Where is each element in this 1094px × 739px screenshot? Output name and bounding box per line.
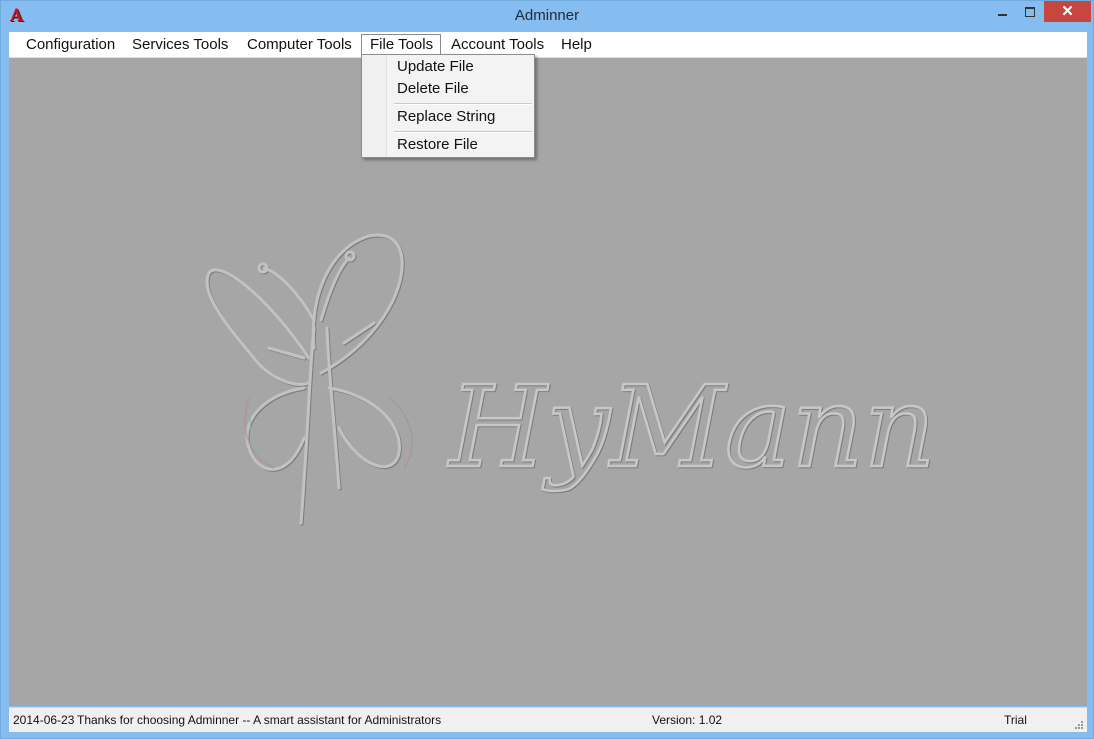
menu-bar: Configuration Services Tools Computer To…	[9, 32, 1087, 58]
menu-restore-file[interactable]: Restore File	[397, 135, 478, 155]
status-message: Thanks for choosing Adminner -- A smart …	[77, 713, 442, 727]
status-date: 2014-06-23	[13, 713, 75, 727]
menu-services-tools[interactable]: Services Tools	[124, 34, 236, 55]
close-button[interactable]: ✕	[1044, 1, 1091, 22]
app-window: A Adminner ✕ Configuration Services Tool…	[0, 0, 1094, 739]
resize-grip-icon[interactable]	[1074, 720, 1084, 730]
butterfly-tint-icon	[244, 397, 416, 469]
menu-delete-file[interactable]: Delete File	[397, 79, 469, 99]
menu-configuration[interactable]: Configuration	[18, 34, 123, 55]
status-license: Trial	[1004, 713, 1027, 727]
menu-help[interactable]: Help	[553, 34, 600, 55]
menu-update-file[interactable]: Update File	[397, 57, 474, 77]
window-title: Adminner	[514, 7, 580, 24]
butterfly-icon	[205, 233, 404, 525]
maximize-icon	[1025, 6, 1035, 17]
close-icon: ✕	[1061, 3, 1074, 20]
menu-file-tools[interactable]: File Tools	[361, 34, 441, 55]
title-bar[interactable]: A Adminner ✕	[1, 1, 1093, 31]
menu-replace-string[interactable]: Replace String	[397, 107, 495, 127]
status-version: Version: 1.02	[652, 713, 723, 727]
menu-computer-tools[interactable]: Computer Tools	[239, 34, 360, 55]
minimize-button[interactable]	[989, 1, 1015, 22]
maximize-button[interactable]	[1017, 1, 1043, 22]
file-tools-dropdown: Update File Delete File Replace String R…	[361, 54, 535, 158]
menu-account-tools[interactable]: Account Tools	[443, 34, 552, 55]
main-client-area: HyMann	[9, 58, 1087, 706]
watermark-text: HyMann	[447, 363, 936, 493]
menu-separator	[394, 103, 532, 105]
minimize-icon	[997, 13, 1007, 16]
hymann-logo-watermark: HyMann	[205, 233, 937, 525]
status-bar: 2014-06-23 Thanks for choosing Adminner …	[9, 707, 1087, 732]
menu-gutter	[362, 55, 387, 157]
menu-separator	[394, 131, 532, 133]
